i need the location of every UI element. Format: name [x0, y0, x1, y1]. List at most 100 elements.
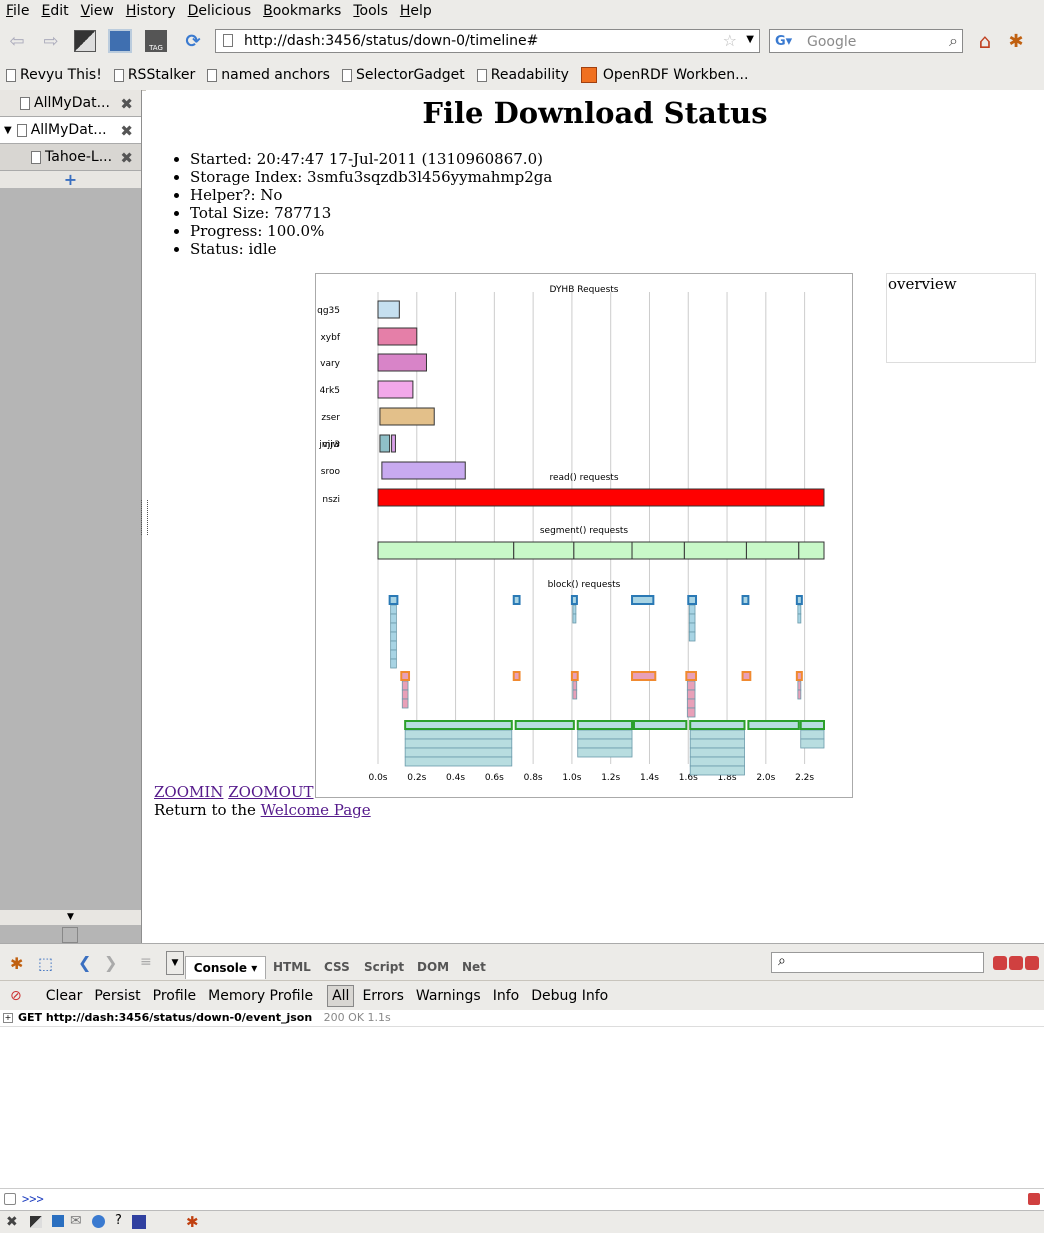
block-sub-bar — [572, 680, 578, 691]
bookmark-item[interactable]: RSStalker — [113, 67, 195, 83]
sidebar-tab[interactable]: AllMyDat... ✖ — [0, 90, 141, 117]
clear-button[interactable]: Clear — [46, 988, 83, 1004]
menu-help[interactable]: Help — [394, 3, 438, 19]
menu-tools[interactable]: Tools — [347, 3, 394, 19]
dyhb-server-label: sroo — [321, 467, 341, 477]
sidebar-tab-active[interactable]: ▼ AllMyDat... ✖ — [0, 117, 141, 144]
help-icon[interactable]: ? — [115, 1213, 122, 1228]
tab-css[interactable]: CSS — [324, 960, 350, 974]
menu-view[interactable]: View — [75, 3, 120, 19]
back-icon[interactable]: ❮ — [78, 953, 91, 972]
tab-console[interactable]: Console ▾ — [185, 956, 266, 979]
reload-icon[interactable]: ⟳ — [180, 28, 206, 54]
block-sub-bar — [689, 756, 745, 767]
profile-button[interactable]: Profile — [153, 988, 197, 1004]
tab-script[interactable]: Script — [364, 960, 404, 974]
close-icon[interactable]: ✖ — [120, 122, 133, 140]
chevron-down-icon[interactable]: ▼ — [746, 34, 754, 45]
firebug-icon[interactable]: ✱ — [186, 1213, 199, 1231]
snowflake-icon[interactable] — [52, 1215, 64, 1227]
page-icon[interactable] — [107, 28, 133, 54]
block-sub-bar — [689, 747, 745, 758]
bookmark-item[interactable]: named anchors — [207, 67, 330, 83]
x-tick-label: 0.4s — [446, 773, 465, 783]
block-bar — [404, 720, 513, 730]
bookmark-item[interactable]: OpenRDF Workben... — [580, 67, 749, 83]
memory-profile-button[interactable]: Memory Profile — [208, 988, 313, 1004]
close-icon[interactable]: ✖ — [6, 1214, 18, 1230]
tag-icon[interactable]: TAG — [143, 28, 169, 54]
close-icon[interactable] — [1025, 956, 1039, 970]
detach-icon[interactable] — [1009, 956, 1023, 970]
filter-all-button[interactable]: All — [327, 985, 355, 1007]
bookmark-item[interactable]: Revyu This! — [6, 67, 102, 83]
filter-debug-button[interactable]: Debug Info — [531, 988, 608, 1004]
bookmark-item[interactable]: SelectorGadget — [341, 67, 465, 83]
google-icon[interactable]: G▾ — [775, 34, 792, 49]
tab-net[interactable]: Net — [462, 960, 486, 974]
block-sub-bar — [686, 680, 696, 691]
block-bar — [632, 720, 688, 730]
x-tick-label: 1.2s — [601, 773, 620, 783]
tab-html[interactable]: HTML — [273, 960, 311, 974]
menu-delicious[interactable]: Delicious — [182, 3, 258, 19]
block-bar — [400, 671, 411, 681]
close-icon[interactable]: ✖ — [120, 149, 133, 167]
globe-icon[interactable] — [92, 1215, 105, 1228]
firebug-search-input[interactable]: ⌕ — [771, 952, 984, 973]
page-icon — [6, 68, 16, 82]
grid-icon[interactable] — [62, 927, 78, 943]
addon-icon[interactable] — [132, 1215, 146, 1229]
clear-console-icon[interactable]: ⊘ — [10, 988, 22, 1004]
reader-icon[interactable] — [30, 1216, 42, 1228]
reader-icon[interactable] — [72, 28, 98, 54]
block-sub-bar — [797, 604, 802, 615]
search-icon[interactable]: ⌕ — [949, 31, 958, 51]
scroll-down-icon[interactable]: ▼ — [0, 910, 141, 925]
url-bar[interactable]: http://dash:3456/status/down-0/timeline#… — [215, 29, 760, 53]
tab-dom[interactable]: DOM — [417, 960, 449, 974]
minimize-icon[interactable] — [993, 956, 1007, 970]
forward-icon[interactable]: ❯ — [104, 953, 117, 972]
dyhb-bar — [377, 327, 418, 346]
chevron-down-icon[interactable]: ▼ — [166, 951, 184, 975]
sidebar-tab[interactable]: Tahoe-L... ✖ — [0, 144, 141, 171]
zoomout-link[interactable]: ZOOMOUT — [228, 783, 313, 801]
navigation-toolbar: ⇦ ⇨ TAG ⟳ http://dash:3456/status/down-0… — [0, 22, 1044, 60]
close-icon[interactable] — [1028, 1193, 1040, 1205]
persist-button[interactable]: Persist — [94, 988, 140, 1004]
search-box[interactable]: G▾ Google ⌕ — [769, 29, 963, 53]
sidebar-splitter[interactable] — [141, 500, 148, 535]
overview-panel[interactable]: overview — [886, 273, 1036, 363]
bookmark-item[interactable]: Readability — [476, 67, 569, 83]
star-icon[interactable]: ☆ — [723, 31, 737, 50]
menu-history[interactable]: History — [120, 3, 182, 19]
forward-icon[interactable]: ⇨ — [38, 28, 64, 54]
openrdf-icon — [580, 67, 597, 83]
expand-icon[interactable]: + — [3, 1013, 13, 1023]
bookmark-label: OpenRDF Workben... — [602, 67, 749, 83]
timeline-chart[interactable]: 0.0s 0.2s 0.4s 0.6s 0.8s 1.0s 1.2s 1.4s 1.6s 1.8s… — [315, 273, 853, 798]
console-log-row[interactable]: + GET http://dash:3456/status/down-0/even… — [0, 1010, 1044, 1027]
filter-warnings-button[interactable]: Warnings — [416, 988, 481, 1004]
bookmark-label: Revyu This! — [20, 67, 102, 83]
menu-file[interactable]: File — [0, 3, 35, 19]
zoomin-link[interactable]: ZOOMIN — [154, 783, 223, 801]
filter-info-button[interactable]: Info — [493, 988, 520, 1004]
new-tab-plus-icon[interactable]: + — [0, 171, 141, 188]
mail-icon[interactable]: ✉ — [70, 1213, 82, 1229]
close-icon[interactable]: ✖ — [120, 95, 133, 113]
firebug-icon[interactable]: ✱ — [1003, 28, 1029, 54]
block-sub-bar — [401, 680, 409, 691]
menu-edit[interactable]: Edit — [35, 3, 74, 19]
firebug-icon[interactable]: ✱ — [10, 954, 23, 973]
menu-bookmarks[interactable]: Bookmarks — [257, 3, 347, 19]
inspect-icon[interactable]: ⬚ — [38, 954, 53, 973]
home-icon[interactable]: ⌂ — [972, 28, 998, 54]
back-icon[interactable]: ⇦ — [4, 28, 30, 54]
welcome-page-link[interactable]: Welcome Page — [261, 801, 371, 819]
chevron-down-icon[interactable]: ▼ — [4, 125, 12, 136]
filter-errors-button[interactable]: Errors — [362, 988, 403, 1004]
list-icon[interactable]: ≡ — [140, 954, 152, 970]
command-line[interactable]: >>> — [0, 1188, 1044, 1211]
